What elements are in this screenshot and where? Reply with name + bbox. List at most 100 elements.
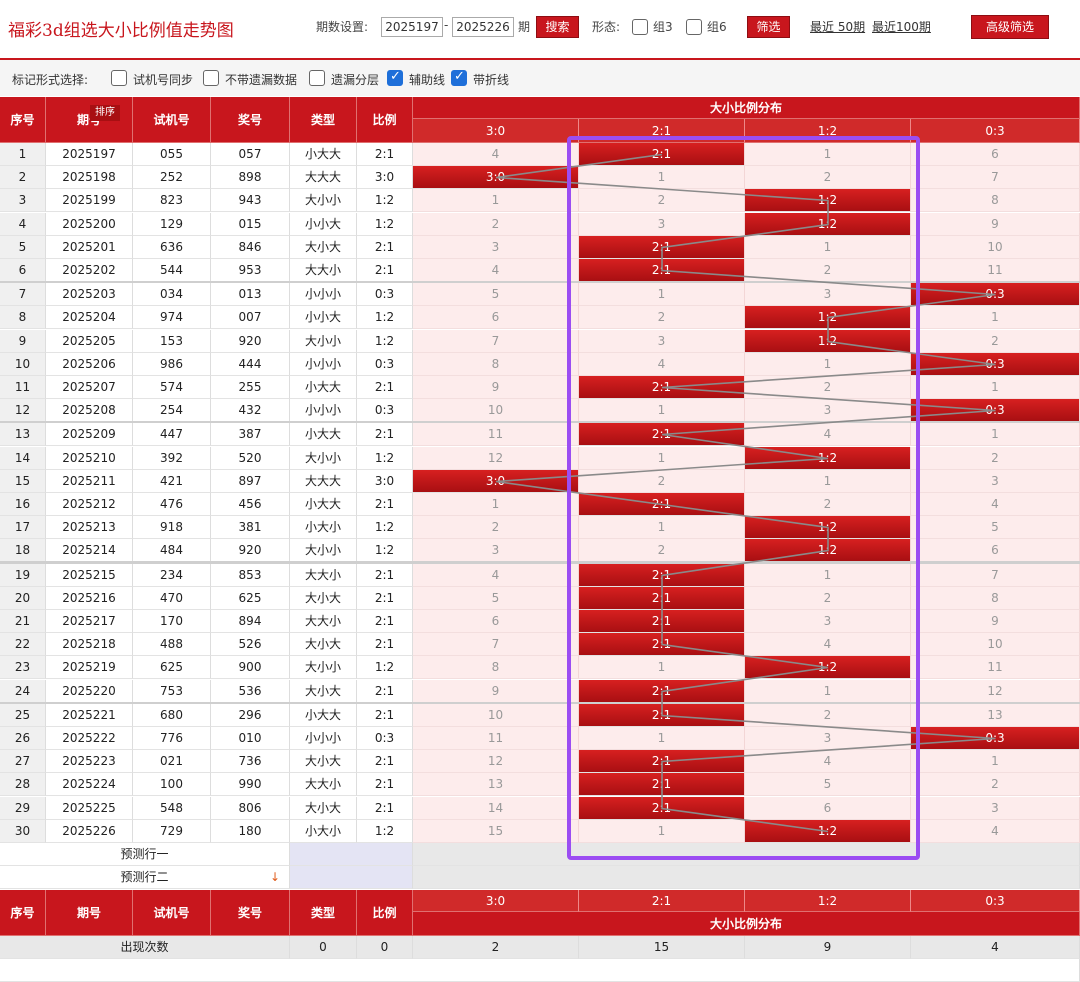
row-period: 2025213 [46,516,133,539]
row-seq: 20 [0,587,46,610]
row-ratio: 2:1 [357,610,413,633]
dist-miss-cell: 1 [745,236,911,259]
row-ratio: 2:1 [357,633,413,656]
footer-dist-4: 0:3 [911,890,1080,912]
row-trial: 129 [133,213,211,236]
predict-row-2-dist[interactable] [413,866,1080,889]
footer-dist-2: 2:1 [579,890,745,912]
row-seq: 17 [0,516,46,539]
down-arrow-icon[interactable]: ↓ [266,868,284,886]
dist-hit-cell: 2:1 [579,773,745,796]
row-seq: 25 [0,704,46,727]
row-type: 大小大 [290,587,357,610]
row-type: 大大小 [290,610,357,633]
dist-miss-cell: 1 [413,189,579,212]
dist-miss-cell: 2 [745,376,911,399]
row-seq: 13 [0,423,46,446]
row-trial: 055 [133,143,211,166]
dist-hit-cell: 2:1 [579,680,745,703]
dist-miss-cell: 1 [745,353,911,376]
row-seq: 30 [0,820,46,843]
row-ratio: 2:1 [357,750,413,773]
header-ratio: 比例 [357,97,413,143]
row-seq: 24 [0,680,46,703]
row-ratio: 0:3 [357,353,413,376]
dist-miss-cell: 8 [911,189,1080,212]
row-type: 小大小 [290,820,357,843]
row-type: 大小大 [290,680,357,703]
dist-miss-cell: 2 [745,493,911,516]
predict-row-1-input[interactable] [290,843,413,866]
row-type: 小小小 [290,727,357,750]
dist-hit-cell: 2:1 [579,797,745,820]
row-draw: 057 [211,143,290,166]
dist-miss-cell: 6 [745,797,911,820]
dist-miss-cell: 2 [745,166,911,189]
dist-miss-cell: 1 [579,166,745,189]
dist-hit-cell: 3:0 [413,470,579,493]
row-ratio: 1:2 [357,516,413,539]
dist-hit-cell: 2:1 [579,236,745,259]
row-type: 小大大 [290,423,357,446]
row-period: 2025223 [46,750,133,773]
row-period: 2025207 [46,376,133,399]
row-type: 小小大 [290,306,357,329]
row-trial: 974 [133,306,211,329]
row-period: 2025212 [46,493,133,516]
dist-miss-cell: 4 [413,259,579,282]
row-period: 2025218 [46,633,133,656]
dist-miss-cell: 1 [745,564,911,587]
row-ratio: 2:1 [357,587,413,610]
dist-miss-cell: 9 [413,680,579,703]
row-seq: 12 [0,399,46,422]
predict-row-2-input[interactable] [290,866,413,889]
trend-table: 序号 期号 试机号 奖号 类型 比例 大小比例分布 排序 3:0 2:1 1:2 0:3 1 202519… [0,0,1080,982]
row-ratio: 1:2 [357,306,413,329]
row-period: 2025226 [46,820,133,843]
header-seq: 序号 [0,97,46,143]
row-seq: 19 [0,564,46,587]
row-trial: 680 [133,704,211,727]
dist-miss-cell: 2 [911,447,1080,470]
row-trial: 021 [133,750,211,773]
row-type: 小大大 [290,704,357,727]
stats-dist-4: 4 [911,936,1080,959]
row-period: 2025208 [46,399,133,422]
dist-miss-cell: 6 [413,306,579,329]
dist-miss-cell: 2 [745,704,911,727]
row-type: 大大小 [290,564,357,587]
row-ratio: 2:1 [357,376,413,399]
row-type: 小小小 [290,283,357,306]
row-type: 小小大 [290,213,357,236]
row-trial: 544 [133,259,211,282]
row-draw: 806 [211,797,290,820]
row-draw: 013 [211,283,290,306]
dist-miss-cell: 3 [745,399,911,422]
row-draw: 010 [211,727,290,750]
dist-miss-cell: 9 [911,213,1080,236]
row-trial: 234 [133,564,211,587]
row-draw: 381 [211,516,290,539]
row-seq: 5 [0,236,46,259]
dist-miss-cell: 2 [745,259,911,282]
row-type: 小大大 [290,143,357,166]
row-type: 大大小 [290,773,357,796]
dist-miss-cell: 3 [745,610,911,633]
row-period: 2025220 [46,680,133,703]
row-draw: 625 [211,587,290,610]
row-type: 大小小 [290,330,357,353]
row-draw: 432 [211,399,290,422]
row-period: 2025210 [46,447,133,470]
dist-miss-cell: 1 [579,516,745,539]
row-seq: 22 [0,633,46,656]
row-ratio: 2:1 [357,143,413,166]
row-period: 2025214 [46,539,133,562]
row-period: 2025216 [46,587,133,610]
sort-button[interactable]: 排序 [90,105,120,121]
header-dist-3: 1:2 [745,119,911,143]
predict-row-1-dist[interactable] [413,843,1080,866]
row-draw: 180 [211,820,290,843]
row-ratio: 2:1 [357,773,413,796]
row-draw: 894 [211,610,290,633]
dist-hit-cell: 2:1 [579,750,745,773]
